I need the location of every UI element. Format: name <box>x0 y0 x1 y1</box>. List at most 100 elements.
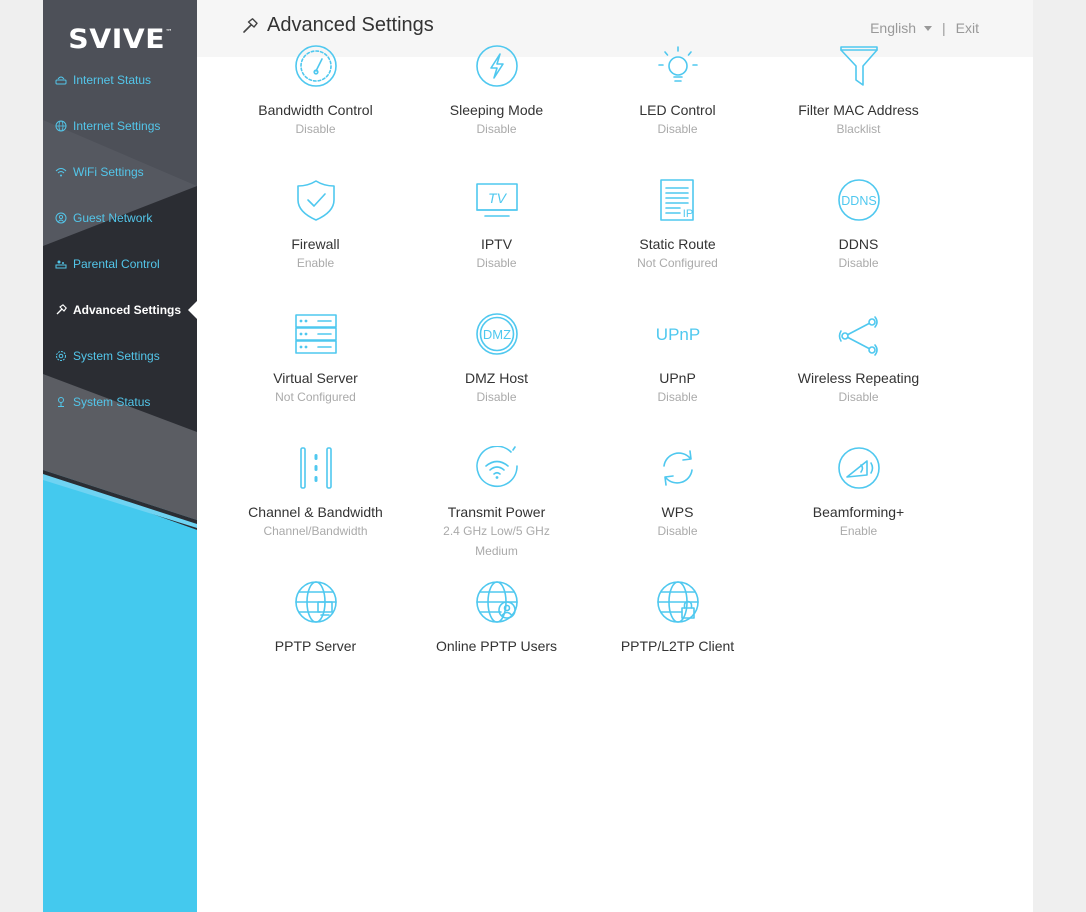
sidebar-item-label: Guest Network <box>73 211 153 225</box>
tile-status: Not Configured <box>637 256 718 270</box>
exit-link[interactable]: Exit <box>956 20 979 36</box>
tile-name: Virtual Server <box>273 370 358 386</box>
tile-channel-bandwidth[interactable]: Channel & Bandwidth Channel/Bandwidth <box>225 446 406 580</box>
tile-status: Disable <box>838 256 879 270</box>
route-doc-icon: IP <box>656 178 700 222</box>
sidebar-item-label: Advanced Settings <box>73 303 182 317</box>
tile-name: IPTV <box>480 236 513 252</box>
tile-name: Channel & Bandwidth <box>248 504 383 520</box>
tile-dmz-host[interactable]: DMZ DMZ Host Disable <box>406 312 587 446</box>
globe-lock-icon <box>656 580 700 624</box>
tv-icon: TV <box>475 178 519 222</box>
channel-icon <box>294 446 338 490</box>
caret-down-icon <box>924 25 933 31</box>
sidebar-item-parental-control[interactable]: Parental Control <box>43 241 197 287</box>
tile-name: Firewall <box>291 236 340 252</box>
tile-transmit-power[interactable]: Transmit Power 2.4 GHz Low/5 GHz Medium <box>406 446 587 580</box>
sidebar-nav: Internet Status Internet Settings WiFi S… <box>43 57 197 425</box>
tile-name: Sleeping Mode <box>449 102 544 118</box>
sidebar-item-system-settings[interactable]: System Settings <box>43 333 197 379</box>
tile-name: Beamforming+ <box>812 504 905 520</box>
gear-icon <box>55 350 67 362</box>
shield-icon <box>294 178 338 222</box>
tile-ddns[interactable]: DDNS DDNS Disable <box>768 178 949 312</box>
header-actions: English | Exit <box>870 20 979 36</box>
sidebar: SVIVE™ Internet Status Internet Settings… <box>43 0 197 912</box>
separator: | <box>942 20 946 36</box>
upnp-icon: UPnP <box>656 312 700 356</box>
lightning-icon <box>475 44 519 88</box>
tile-virtual-server[interactable]: Virtual Server Not Configured <box>225 312 406 446</box>
tile-pptp-server[interactable]: PPTP Server <box>225 580 406 714</box>
sidebar-item-internet-status[interactable]: Internet Status <box>43 57 197 103</box>
sidebar-item-label: Parental Control <box>73 257 160 271</box>
tile-led-control[interactable]: LED Control Disable <box>587 44 768 178</box>
tile-name: Online PPTP Users <box>435 638 558 654</box>
tile-name: Filter MAC Address <box>798 102 919 118</box>
tile-name: PPTP/L2TP Client <box>620 638 735 654</box>
tile-name: Wireless Repeating <box>797 370 920 386</box>
main-panel: Advanced Settings English | Exit Bandwid… <box>197 0 1033 912</box>
brand-logo: SVIVE™ <box>68 24 174 55</box>
hammer-icon <box>55 304 67 316</box>
tile-status: Not Configured <box>275 390 356 404</box>
ddns-icon: DDNS <box>837 178 881 222</box>
svg-text:IP: IP <box>682 208 692 220</box>
tile-static-route[interactable]: IP Static Route Not Configured <box>587 178 768 312</box>
language-select[interactable]: English <box>870 20 933 36</box>
wifi-icon <box>55 166 67 178</box>
page-title: Advanced Settings <box>241 14 434 37</box>
tile-wps[interactable]: WPS Disable <box>587 446 768 580</box>
dmz-icon: DMZ <box>475 312 519 356</box>
globe-user-icon <box>475 580 519 624</box>
globe-icon <box>55 120 67 132</box>
speedometer-icon <box>294 44 338 88</box>
transmit-power-icon <box>475 446 519 490</box>
tile-status: Disable <box>838 390 879 404</box>
tile-iptv[interactable]: TV IPTV Disable <box>406 178 587 312</box>
tile-name: PPTP Server <box>274 638 357 654</box>
sidebar-item-wifi-settings[interactable]: WiFi Settings <box>43 149 197 195</box>
tile-name: UPnP <box>659 370 696 386</box>
tile-beamforming[interactable]: Beamforming+ Enable <box>768 446 949 580</box>
svg-text:TV: TV <box>488 190 508 206</box>
tile-wireless-repeating[interactable]: Wireless Repeating Disable <box>768 312 949 446</box>
tile-status: Blacklist <box>836 122 881 136</box>
tile-sleeping-mode[interactable]: Sleeping Mode Disable <box>406 44 587 178</box>
tile-filter-mac-address[interactable]: Filter MAC Address Blacklist <box>768 44 949 178</box>
tile-status: Disable <box>657 122 698 136</box>
sidebar-item-system-status[interactable]: System Status <box>43 379 197 425</box>
tile-online-pptp-users[interactable]: Online PPTP Users <box>406 580 587 714</box>
tile-name: DDNS <box>838 236 879 252</box>
svg-text:UPnP: UPnP <box>656 325 700 344</box>
filter-icon <box>837 44 881 88</box>
tile-status: Channel/Bandwidth <box>263 524 368 538</box>
feature-grid: Bandwidth Control Disable Sleeping Mode … <box>225 44 949 714</box>
repeater-icon <box>837 312 881 356</box>
tile-status: Enable <box>296 256 335 270</box>
server-icon <box>294 312 338 356</box>
lightbulb-icon <box>656 44 700 88</box>
sidebar-item-guest-network[interactable]: Guest Network <box>43 195 197 241</box>
tile-name: LED Control <box>639 102 716 118</box>
tile-bandwidth-control[interactable]: Bandwidth Control Disable <box>225 44 406 178</box>
tile-name: Static Route <box>639 236 716 252</box>
tile-status: Disable <box>295 122 336 136</box>
tile-upnp[interactable]: UPnP UPnP Disable <box>587 312 768 446</box>
guest-icon <box>55 212 67 224</box>
wps-icon <box>656 446 700 490</box>
tile-pptp-l2tp-client[interactable]: PPTP/L2TP Client <box>587 580 768 714</box>
tile-status: Disable <box>476 390 517 404</box>
tile-status: Disable <box>476 256 517 270</box>
tile-firewall[interactable]: Firewall Enable <box>225 178 406 312</box>
tile-name: Bandwidth Control <box>258 102 373 118</box>
beamforming-icon <box>837 446 881 490</box>
sidebar-item-internet-settings[interactable]: Internet Settings <box>43 103 197 149</box>
svg-text:DMZ: DMZ <box>482 327 510 342</box>
sidebar-item-label: System Settings <box>73 349 160 363</box>
status-icon <box>55 396 67 408</box>
tile-name: WPS <box>661 504 694 520</box>
tile-status: Disable <box>657 524 698 538</box>
sidebar-item-advanced-settings[interactable]: Advanced Settings <box>43 287 197 333</box>
tile-status: Disable <box>476 122 517 136</box>
